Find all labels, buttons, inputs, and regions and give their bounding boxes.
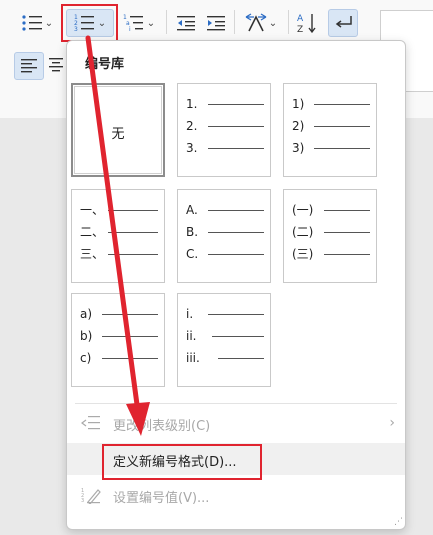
set-value-icon: 123 bbox=[81, 486, 101, 508]
text-line bbox=[208, 254, 264, 255]
list-marker: ii. bbox=[186, 329, 197, 343]
text-line bbox=[208, 314, 264, 315]
list-marker: 1. bbox=[186, 97, 198, 111]
change-list-level-item[interactable]: 更改列表级别(C) › bbox=[67, 407, 405, 439]
list-marker: A. bbox=[186, 203, 198, 217]
numbering-option-lower-alpha[interactable]: a) b) c) bbox=[71, 293, 165, 387]
define-format-highlight-box bbox=[102, 444, 262, 480]
multilevel-list-button[interactable]: 1ai ⌄ bbox=[116, 10, 162, 36]
asian-layout-icon bbox=[245, 13, 267, 33]
resize-grip-icon[interactable]: ⋰ bbox=[394, 517, 403, 527]
text-line bbox=[102, 336, 158, 337]
list-marker: b) bbox=[80, 329, 93, 343]
text-line bbox=[324, 254, 370, 255]
text-line bbox=[102, 358, 158, 359]
numbering-option-chinese-paren[interactable]: (一) (二) (三) bbox=[283, 189, 377, 283]
list-marker: 2) bbox=[292, 119, 305, 133]
list-marker: C. bbox=[186, 247, 199, 261]
chevron-down-icon: ⌄ bbox=[44, 17, 54, 29]
none-label: 无 bbox=[111, 127, 125, 142]
numbering-library-title: 编号库 bbox=[85, 57, 125, 72]
text-line bbox=[314, 126, 370, 127]
ribbon-separator bbox=[234, 10, 235, 34]
chevron-down-icon: ⌄ bbox=[146, 17, 156, 29]
text-line bbox=[208, 232, 264, 233]
svg-text:Z: Z bbox=[297, 25, 303, 34]
bullet-list-icon bbox=[21, 14, 43, 32]
bullets-button[interactable]: ⌄ bbox=[14, 10, 60, 36]
text-line bbox=[212, 336, 264, 337]
menu-separator bbox=[75, 403, 397, 404]
ribbon-separator bbox=[166, 10, 167, 34]
text-line bbox=[314, 148, 370, 149]
list-marker: a) bbox=[80, 307, 93, 321]
sort-button[interactable]: AZ bbox=[294, 10, 322, 36]
text-line bbox=[208, 104, 264, 105]
numbering-highlight-box bbox=[61, 4, 118, 42]
list-marker: 1) bbox=[292, 97, 305, 111]
text-line bbox=[108, 232, 158, 233]
text-line bbox=[102, 314, 158, 315]
sort-icon: AZ bbox=[297, 12, 319, 34]
text-line bbox=[314, 104, 370, 105]
text-line bbox=[324, 232, 370, 233]
list-marker: 2. bbox=[186, 119, 198, 133]
asian-layout-button[interactable]: ⌄ bbox=[238, 10, 284, 36]
ribbon-separator bbox=[288, 10, 289, 34]
numbering-option-upper-alpha[interactable]: A. B. C. bbox=[177, 189, 271, 283]
list-marker: (三) bbox=[292, 247, 314, 261]
list-marker: c) bbox=[80, 351, 92, 365]
list-marker: (二) bbox=[292, 225, 314, 239]
list-marker: (一) bbox=[292, 203, 314, 217]
list-marker: iii. bbox=[186, 351, 200, 365]
list-marker: 3. bbox=[186, 141, 198, 155]
list-marker: 三、 bbox=[80, 247, 105, 261]
list-marker: 3) bbox=[292, 141, 305, 155]
chevron-right-icon: › bbox=[389, 415, 395, 431]
text-line bbox=[208, 210, 264, 211]
numbering-option-none[interactable]: 无 bbox=[71, 83, 165, 177]
text-line bbox=[108, 210, 158, 211]
numbering-option-arabic-dot[interactable]: 1. 2. 3. bbox=[177, 83, 271, 177]
align-left-button[interactable] bbox=[14, 52, 44, 80]
numbering-option-arabic-paren[interactable]: 1) 2) 3) bbox=[283, 83, 377, 177]
numbering-option-lower-roman[interactable]: i. ii. iii. bbox=[177, 293, 271, 387]
increase-indent-icon bbox=[206, 14, 226, 32]
list-marker: 一、 bbox=[80, 203, 105, 217]
list-marker: i. bbox=[186, 307, 194, 321]
text-line bbox=[324, 210, 370, 211]
show-marks-button[interactable] bbox=[328, 9, 358, 37]
numbering-option-chinese-comma[interactable]: 一、 二、 三、 bbox=[71, 189, 165, 283]
chevron-down-icon: ⌄ bbox=[268, 17, 278, 29]
svg-text:3: 3 bbox=[81, 498, 84, 504]
set-numbering-value-item[interactable]: 123 设置编号值(V)... bbox=[67, 479, 405, 511]
list-marker: B. bbox=[186, 225, 199, 239]
increase-indent-button[interactable] bbox=[202, 10, 230, 36]
multilevel-list-icon: 1ai bbox=[123, 13, 145, 33]
text-line bbox=[208, 126, 264, 127]
align-left-icon bbox=[20, 58, 38, 74]
show-marks-icon bbox=[333, 14, 353, 32]
text-line bbox=[108, 254, 158, 255]
change-level-icon bbox=[81, 414, 101, 436]
svg-text:A: A bbox=[297, 14, 304, 24]
change-list-level-label: 更改列表级别(C) bbox=[113, 419, 211, 434]
text-line bbox=[218, 358, 264, 359]
decrease-indent-button[interactable] bbox=[172, 10, 200, 36]
set-numbering-value-label: 设置编号值(V)... bbox=[113, 491, 210, 506]
text-line bbox=[208, 148, 264, 149]
list-marker: 二、 bbox=[80, 225, 105, 239]
svg-text:i: i bbox=[129, 26, 131, 33]
decrease-indent-icon bbox=[176, 14, 196, 32]
align-center-icon bbox=[48, 57, 64, 73]
align-center-button[interactable] bbox=[46, 52, 66, 78]
